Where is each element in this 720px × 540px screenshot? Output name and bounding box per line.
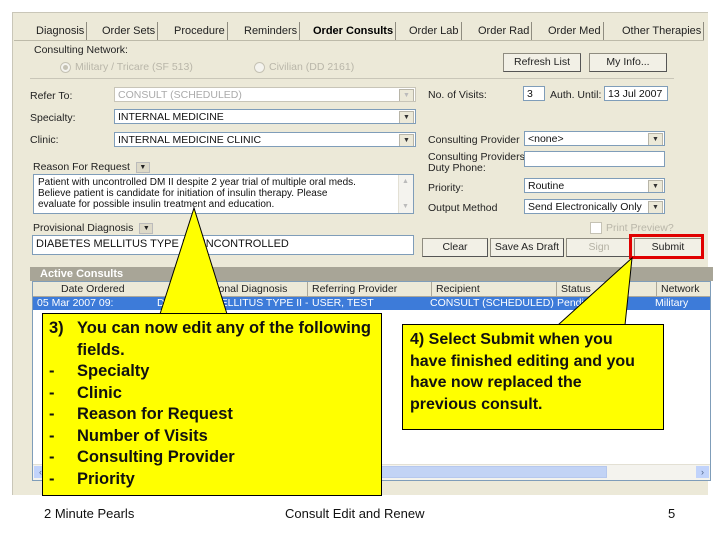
list-item: - Priority — [49, 469, 135, 488]
callout-step-3: 3) You can now edit any of the following … — [42, 313, 382, 496]
callout-step-4: 4) Select Submit when you have finished … — [402, 324, 664, 430]
callout-4-pointer — [556, 256, 633, 326]
list-item: - Specialty — [49, 362, 150, 380]
list-item: - Number of Visits — [49, 426, 208, 445]
footer-title: Consult Edit and Renew — [285, 506, 425, 521]
callout-3-pointer — [159, 206, 228, 315]
footer-left-text: 2 Minute Pearls — [44, 506, 135, 521]
list-item: - Consulting Provider — [49, 448, 235, 466]
list-item: - Clinic — [49, 383, 122, 402]
page-number: 5 — [668, 506, 676, 521]
list-item: - Reason for Request — [49, 405, 233, 423]
